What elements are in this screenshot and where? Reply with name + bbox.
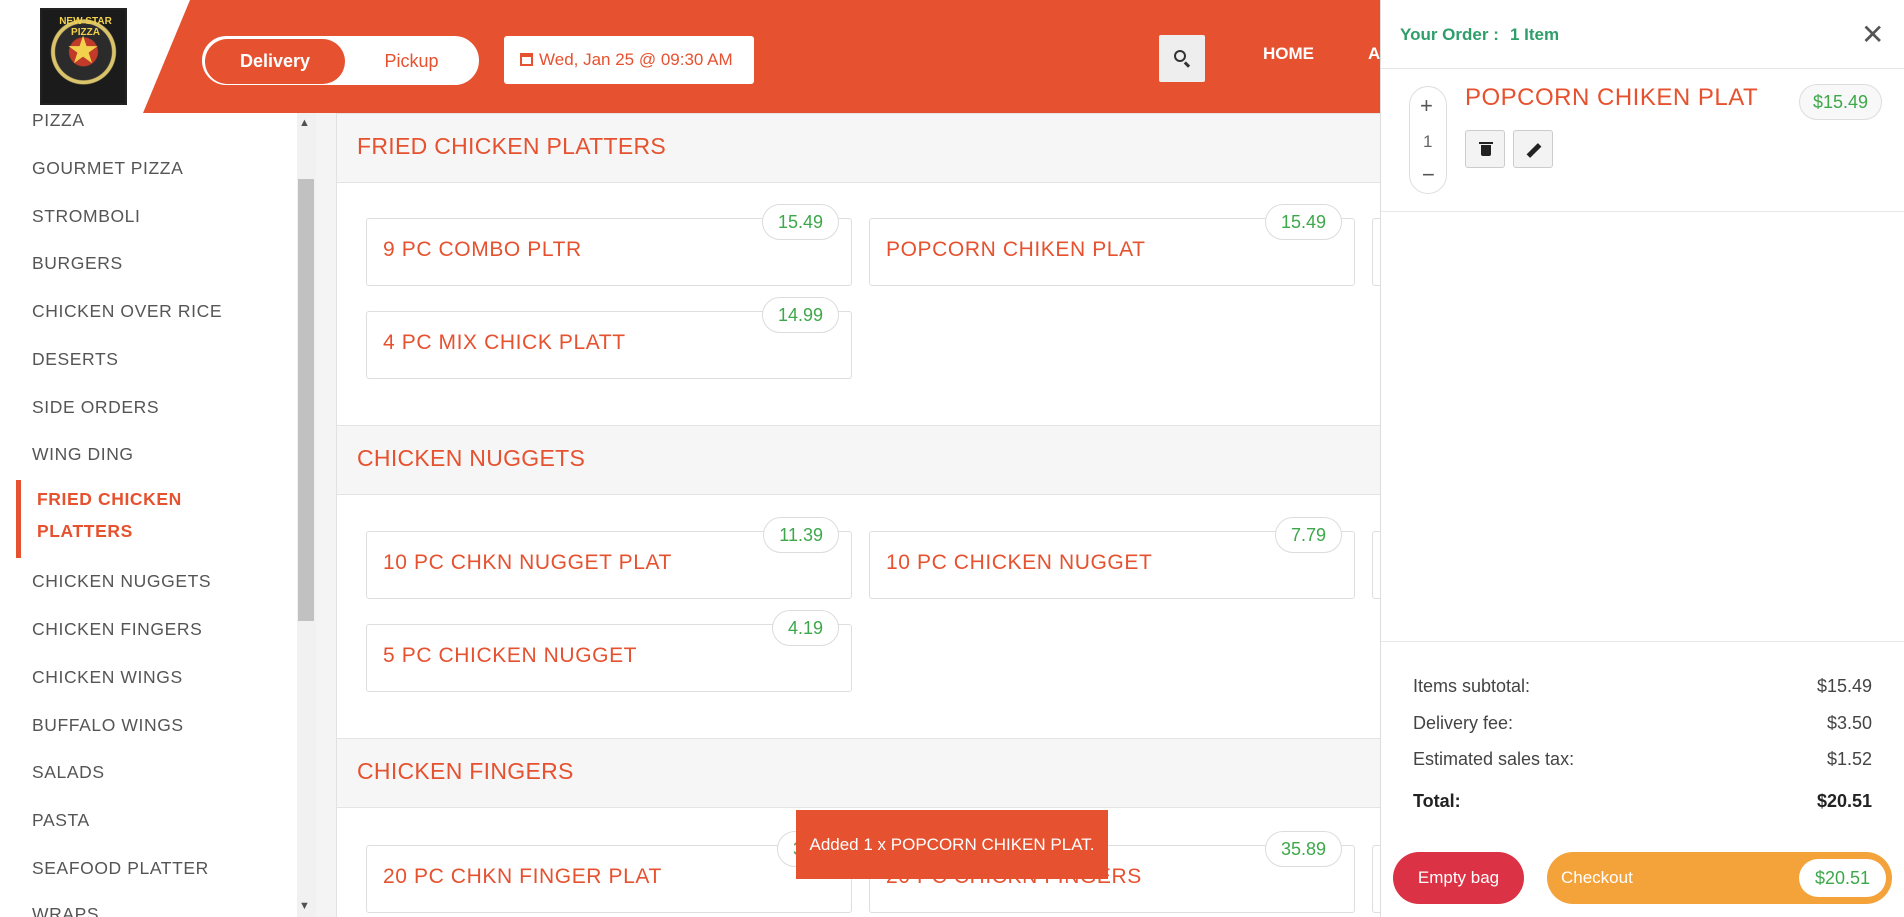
- menu-item-card[interactable]: 9 PC COMBO PLTR 15.49: [366, 204, 852, 286]
- search-icon: [1174, 50, 1186, 62]
- sidebar-item-pasta[interactable]: PASTA: [32, 810, 90, 831]
- checkout-total: $20.51: [1798, 859, 1886, 897]
- total-value: $20.51: [1816, 791, 1872, 811]
- schedule-date-text: Wed, Jan 25 @ 09:30 AM: [539, 50, 733, 69]
- menu-item-card-clipped[interactable]: [1372, 218, 1380, 286]
- subtotal-value: $15.49: [1816, 676, 1872, 696]
- increase-quantity-button[interactable]: +: [1420, 93, 1433, 119]
- delivery-option[interactable]: Delivery: [205, 39, 345, 84]
- menu-item-price: 14.99: [761, 297, 839, 333]
- sidebar-item-gourmet-pizza[interactable]: GOURMET PIZZA: [32, 158, 183, 179]
- order-label: Your Order :: [1400, 25, 1499, 44]
- menu-item-name: 10 PC CHICKEN NUGGET: [886, 551, 1153, 574]
- star-icon: ★: [66, 30, 101, 72]
- menu-item-card[interactable]: POPCORN CHIKEN PLAT 15.49: [869, 204, 1355, 286]
- order-type-toggle: Delivery Pickup: [202, 36, 479, 85]
- remove-item-button[interactable]: [1465, 130, 1505, 168]
- subtotal-label: Items subtotal:: [1413, 676, 1531, 696]
- section-title: FRIED CHICKEN PLATTERS: [357, 133, 667, 159]
- menu-item-price: 15.49: [1264, 204, 1342, 240]
- sidebar-item-fried-chicken-platters[interactable]: FRIED CHICKEN PLATTERS: [37, 483, 207, 547]
- total-label: Total:: [1413, 791, 1461, 811]
- calendar-icon: [520, 53, 533, 66]
- menu-item-card[interactable]: 5 PC CHICKEN NUGGET 4.19: [366, 610, 852, 692]
- scroll-down-arrow-icon[interactable]: ▼: [299, 900, 310, 912]
- trash-icon: [1479, 142, 1493, 144]
- menu-item-name: 4 PC MIX CHICK PLATT: [383, 331, 626, 354]
- pencil-icon: [1526, 143, 1542, 158]
- nav-about[interactable]: A: [1368, 44, 1380, 64]
- menu-item-price: 11.39: [763, 517, 839, 553]
- divider: [1381, 641, 1904, 642]
- edit-item-button[interactable]: [1513, 130, 1553, 168]
- section-header: FRIED CHICKEN PLATTERS: [337, 113, 1380, 183]
- sidebar-scroll-thumb[interactable]: [298, 179, 314, 621]
- sidebar-item-chicken-fingers[interactable]: CHICKEN FINGERS: [32, 619, 202, 640]
- menu-item-name: 9 PC COMBO PLTR: [383, 238, 582, 261]
- checkout-label: Checkout: [1561, 868, 1633, 887]
- nav-home[interactable]: HOME: [1263, 44, 1314, 64]
- quantity-value[interactable]: 1: [1423, 132, 1432, 152]
- checkout-button[interactable]: Checkout $20.51: [1547, 852, 1892, 904]
- menu-item-card[interactable]: 10 PC CHKN NUGGET PLAT 11.39: [366, 517, 852, 599]
- sidebar-item-chicken-over-rice[interactable]: CHICKEN OVER RICE: [32, 301, 222, 322]
- menu-item-name: 5 PC CHICKEN NUGGET: [383, 644, 638, 667]
- section-title: CHICKEN NUGGETS: [357, 445, 586, 471]
- order-panel: Your Order : 1 Item ✕ + 1 − POPCORN CHIK…: [1380, 0, 1904, 917]
- logo-area: NEW STAR PIZZA ★: [0, 0, 190, 113]
- restaurant-logo[interactable]: NEW STAR PIZZA ★: [40, 8, 127, 105]
- sidebar-item-stromboli[interactable]: STROMBOLI: [32, 206, 140, 227]
- order-panel-header: Your Order : 1 Item ✕: [1381, 0, 1904, 69]
- menu-item-card-clipped[interactable]: [1372, 845, 1380, 913]
- menu-item-card[interactable]: 20 PC CHKN FINGER PLAT 39..: [366, 831, 852, 913]
- menu-item-card[interactable]: 4 PC MIX CHICK PLATT 14.99: [366, 297, 852, 379]
- sidebar-item-side-orders[interactable]: SIDE ORDERS: [32, 397, 159, 418]
- section-title: CHICKEN FINGERS: [357, 758, 574, 784]
- sales-tax-value: $1.52: [1826, 749, 1872, 769]
- sidebar-item-burgers[interactable]: BURGERS: [32, 253, 123, 274]
- order-item-name: POPCORN CHIKEN PLAT: [1465, 84, 1759, 111]
- menu-item-price: 15.49: [761, 204, 839, 240]
- sidebar-item-buffalo-wings[interactable]: BUFFALO WINGS: [32, 715, 184, 736]
- decrease-quantity-button[interactable]: −: [1422, 162, 1435, 188]
- order-item-price: $15.49: [1799, 84, 1883, 120]
- delivery-fee-value: $3.50: [1826, 713, 1872, 733]
- empty-bag-button[interactable]: Empty bag: [1393, 852, 1524, 904]
- sidebar-item-wraps[interactable]: WRAPS: [32, 904, 99, 917]
- menu-item-price: 35.89: [1264, 831, 1342, 867]
- close-icon[interactable]: ✕: [1861, 18, 1884, 51]
- scroll-up-arrow-icon[interactable]: ▲: [299, 117, 310, 129]
- sidebar-item-salads[interactable]: SALADS: [32, 762, 105, 783]
- added-to-cart-toast: Added 1 x POPCORN CHIKEN PLAT.: [796, 810, 1108, 879]
- sidebar-item-deserts[interactable]: DESERTS: [32, 349, 119, 370]
- sales-tax-label: Estimated sales tax:: [1413, 749, 1575, 769]
- quantity-stepper: + 1 −: [1409, 86, 1447, 194]
- menu-item-name: 10 PC CHKN NUGGET PLAT: [383, 551, 672, 574]
- section-header: CHICKEN NUGGETS: [337, 425, 1380, 495]
- menu-item-name: POPCORN CHIKEN PLAT: [886, 238, 1146, 261]
- order-item-count: 1 Item: [1510, 25, 1560, 44]
- menu-content: FRIED CHICKEN PLATTERS 9 PC COMBO PLTR 1…: [336, 113, 1380, 917]
- menu-item-name: 20 PC CHKN FINGER PLAT: [383, 865, 662, 888]
- schedule-date-button[interactable]: Wed, Jan 25 @ 09:30 AM: [504, 36, 754, 84]
- menu-item-card-clipped[interactable]: [1372, 531, 1380, 599]
- delivery-fee-label: Delivery fee:: [1413, 713, 1514, 733]
- menu-item-card[interactable]: 10 PC CHICKEN NUGGET 7.79: [869, 517, 1355, 599]
- menu-item-price: 4.19: [771, 610, 839, 646]
- sidebar-item-chicken-wings[interactable]: CHICKEN WINGS: [32, 667, 183, 688]
- active-category-indicator: [16, 480, 21, 558]
- sidebar-item-wing-ding[interactable]: WING DING: [32, 444, 134, 465]
- sidebar-item-pizza[interactable]: PIZZA: [32, 113, 85, 131]
- section-header: CHICKEN FINGERS: [337, 738, 1380, 808]
- divider: [1381, 211, 1904, 212]
- category-sidebar: PIZZA GOURMET PIZZA STROMBOLI BURGERS CH…: [0, 113, 297, 917]
- sidebar-item-seafood-platter[interactable]: SEAFOOD PLATTER: [32, 858, 209, 879]
- menu-item-price: 7.79: [1274, 517, 1342, 553]
- pickup-option[interactable]: Pickup: [345, 39, 478, 84]
- search-button[interactable]: [1159, 35, 1205, 82]
- sidebar-item-chicken-nuggets[interactable]: CHICKEN NUGGETS: [32, 571, 211, 592]
